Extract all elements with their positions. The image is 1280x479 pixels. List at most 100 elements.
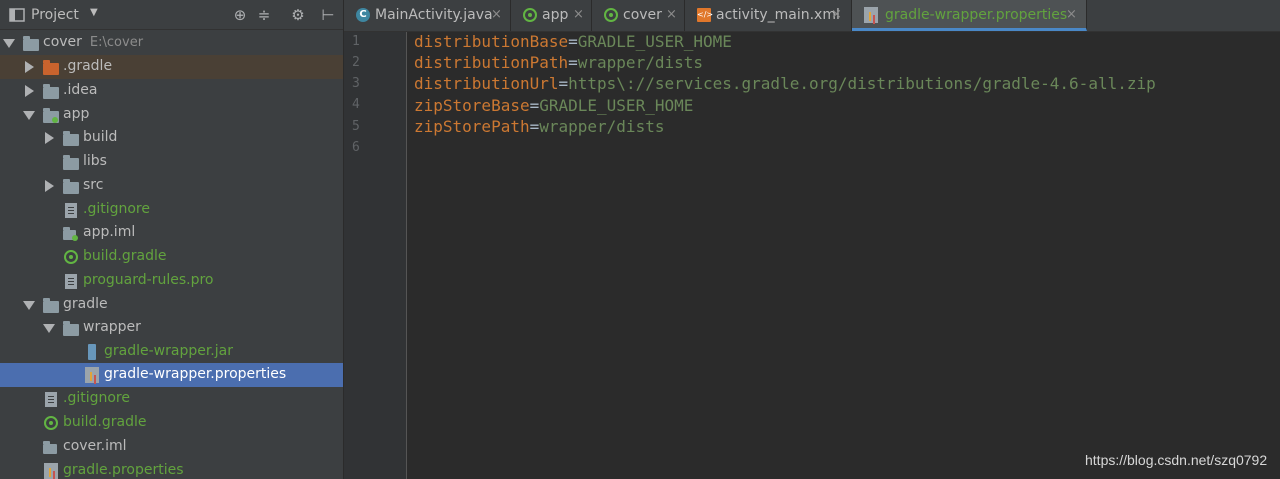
tree-item-gradle-wrapper-jar[interactable]: gradle-wrapper.jar <box>0 340 343 364</box>
close-icon[interactable]: × <box>666 7 677 22</box>
tree-item-label: .gitignore <box>83 201 150 217</box>
expand-arrow-icon[interactable] <box>25 61 34 73</box>
property-separator: = <box>568 32 578 51</box>
tab-label: cover <box>623 7 662 23</box>
gradle-icon <box>604 8 618 22</box>
tree-item-label: .gradle <box>63 58 113 74</box>
folder-icon <box>43 60 59 75</box>
line-number-gutter: 1 2 3 4 5 6 <box>344 32 407 479</box>
line-number: 5 <box>352 119 360 134</box>
gradle-icon <box>44 416 58 430</box>
tree-item-gitignore[interactable]: .gitignore <box>0 198 343 222</box>
line-number: 6 <box>352 140 360 155</box>
module-badge-icon <box>52 117 58 123</box>
close-icon[interactable]: × <box>831 7 842 22</box>
module-file-icon <box>43 441 57 454</box>
folder-icon <box>63 155 79 170</box>
property-value: wrapper/dists <box>539 117 665 136</box>
collapse-icon[interactable]: ≑ <box>254 5 274 25</box>
tree-item-label: gradle-wrapper.jar <box>104 343 233 359</box>
expand-arrow-icon[interactable] <box>23 111 35 120</box>
tab-label: MainActivity.java <box>375 7 493 23</box>
expand-arrow-icon[interactable] <box>3 39 15 48</box>
chevron-down-icon[interactable]: ▼ <box>90 7 98 18</box>
expand-arrow-icon[interactable] <box>43 324 55 333</box>
class-icon: C <box>356 8 370 22</box>
code-line[interactable]: distributionBase=GRADLE_USER_HOME <box>414 32 732 51</box>
code-line[interactable]: zipStoreBase=GRADLE_USER_HOME <box>414 96 693 115</box>
code-line[interactable]: distributionPath=wrapper/dists <box>414 53 703 72</box>
tree-item-root-gitignore[interactable]: .gitignore <box>0 387 343 411</box>
expand-arrow-icon[interactable] <box>45 132 54 144</box>
project-view-icon <box>9 8 25 22</box>
code-editor[interactable]: distributionBase=GRADLE_USER_HOME distri… <box>407 32 1280 479</box>
tree-item-app-iml[interactable]: app.iml <box>0 221 343 245</box>
line-number: 1 <box>352 34 360 49</box>
tree-item-gradle[interactable]: gradle <box>0 293 343 317</box>
gear-icon[interactable]: ⚙ <box>288 5 308 25</box>
tree-item-label: build.gradle <box>63 414 147 430</box>
tab-gradle-wrapper-properties[interactable]: gradle-wrapper.properties × <box>852 0 1087 31</box>
property-value: wrapper/dists <box>577 53 703 72</box>
target-icon[interactable]: ⊕ <box>230 5 250 25</box>
properties-file-icon <box>44 463 58 479</box>
close-icon[interactable]: × <box>1066 7 1077 22</box>
module-folder-icon <box>23 36 39 51</box>
gradle-icon <box>523 8 537 22</box>
property-key: zipStorePath <box>414 117 530 136</box>
editor-tab-bar: C MainActivity.java × app × cover × </> … <box>344 0 1280 32</box>
hide-icon[interactable]: ⊢ <box>318 5 338 25</box>
project-panel: Project ▼ ⊕ ≑ ⚙ ⊢ cover E:\cover .gradle … <box>0 0 344 479</box>
tree-item-libs[interactable]: libs <box>0 150 343 174</box>
tree-item-label: build.gradle <box>83 248 167 264</box>
tab-main-activity[interactable]: C MainActivity.java × <box>344 0 511 31</box>
tree-item-gradle-wrapper-properties[interactable]: gradle-wrapper.properties <box>0 363 343 387</box>
expand-arrow-icon[interactable] <box>23 301 35 310</box>
folder-icon <box>63 321 79 336</box>
tree-item-app-build-gradle[interactable]: build.gradle <box>0 245 343 269</box>
code-line[interactable]: zipStorePath=wrapper/dists <box>414 117 664 136</box>
folder-icon <box>43 84 59 99</box>
property-value: https\://services.gradle.org/distributio… <box>568 74 1156 93</box>
tree-item-label: src <box>83 177 104 193</box>
property-key: distributionUrl <box>414 74 559 93</box>
property-separator: = <box>568 53 578 72</box>
property-separator: = <box>529 117 540 136</box>
property-value: GRADLE_USER_HOME <box>539 96 694 115</box>
tree-item-gradle-properties[interactable]: gradle.properties <box>0 459 343 479</box>
property-separator: = <box>529 96 540 115</box>
close-icon[interactable]: × <box>573 7 584 22</box>
tree-item-wrapper[interactable]: wrapper <box>0 316 343 340</box>
tree-item-label: wrapper <box>83 319 141 335</box>
tree-item-src[interactable]: src <box>0 174 343 198</box>
tree-item-label: gradle.properties <box>63 462 184 478</box>
property-value: GRADLE_USER_HOME <box>577 32 732 51</box>
tree-item-cover-iml[interactable]: cover.iml <box>0 435 343 459</box>
expand-arrow-icon[interactable] <box>45 180 54 192</box>
text-file-icon <box>65 274 77 289</box>
tree-item-idea[interactable]: .idea <box>0 79 343 103</box>
tree-item-label: app <box>63 106 90 122</box>
tree-item-app[interactable]: app <box>0 103 343 127</box>
code-line[interactable]: distributionUrl=https\://services.gradle… <box>414 74 1156 93</box>
tree-item-label: proguard-rules.pro <box>83 272 214 288</box>
project-view-title[interactable]: Project <box>31 7 79 23</box>
module-badge-icon <box>72 235 78 241</box>
tree-item-label: .gitignore <box>63 390 130 406</box>
tree-item-dot-gradle[interactable]: .gradle <box>0 55 343 79</box>
project-path-hint: E:\cover <box>89 35 144 50</box>
tab-app[interactable]: app × <box>511 0 592 31</box>
tab-cover[interactable]: cover × <box>592 0 685 31</box>
property-key: distributionBase <box>414 32 569 51</box>
folder-icon <box>63 179 79 194</box>
folder-icon <box>43 298 59 313</box>
tree-item-proguard-rules[interactable]: proguard-rules.pro <box>0 269 343 293</box>
tree-item-root-build-gradle[interactable]: build.gradle <box>0 411 343 435</box>
expand-arrow-icon[interactable] <box>25 85 34 97</box>
line-number: 3 <box>352 76 360 91</box>
tab-activity-main-xml[interactable]: </> activity_main.xml × <box>685 0 852 31</box>
tree-item-label: build <box>83 129 118 145</box>
close-icon[interactable]: × <box>491 7 502 22</box>
tree-item-cover[interactable]: cover E:\cover <box>0 31 343 55</box>
tree-item-build[interactable]: build <box>0 126 343 150</box>
